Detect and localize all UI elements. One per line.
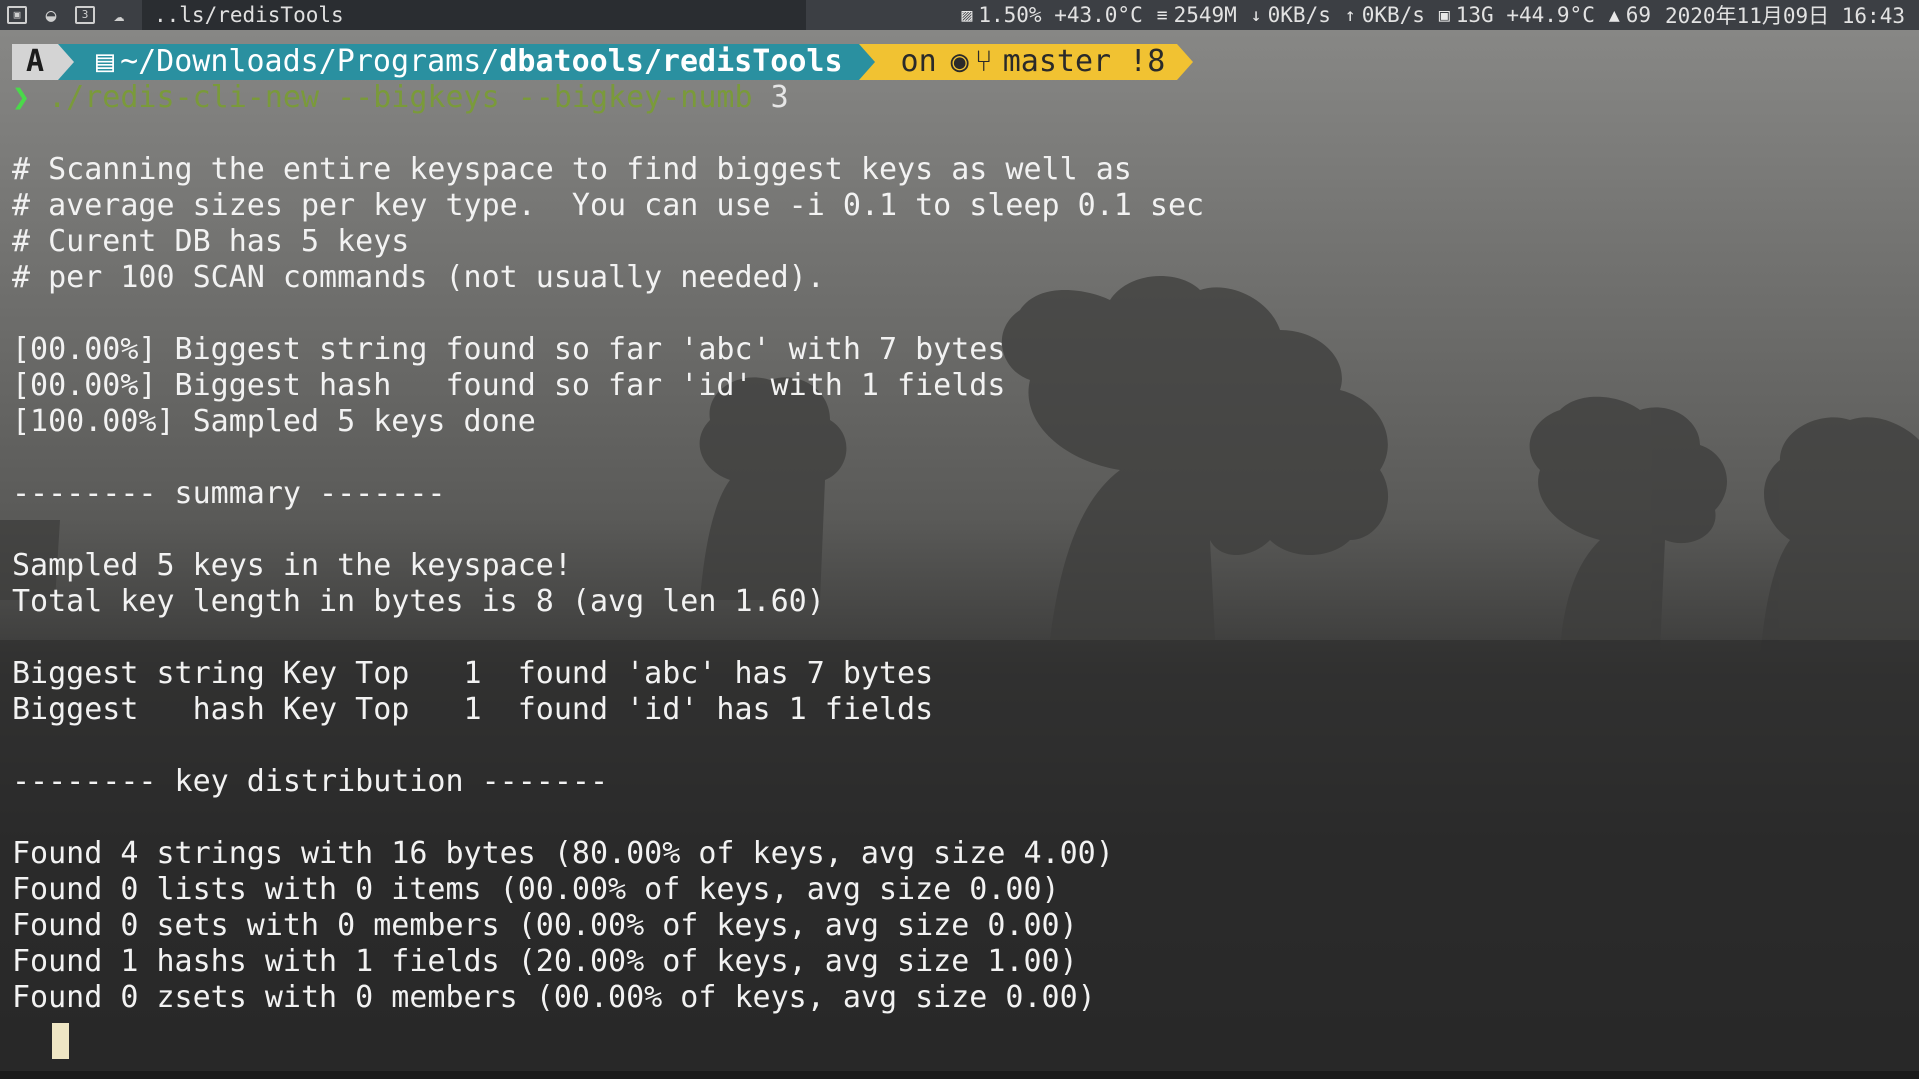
- memory-stat: ≡ 2549M: [1157, 3, 1237, 27]
- output-line: [100.00%] Sampled 5 keys done: [12, 404, 536, 439]
- arch-logo-icon: A: [25, 44, 45, 79]
- output-line: # average sizes per key type. You can us…: [12, 188, 1205, 223]
- disk-value: 13G +44.9°C: [1455, 3, 1595, 27]
- output-line: Total key length in bytes is 8 (avg len …: [12, 584, 825, 619]
- command-output: # Scanning the entire keyspace to find b…: [12, 116, 1919, 1016]
- memory-value: 2549M: [1173, 3, 1237, 27]
- download-stat: ↓ 0KB/s: [1251, 3, 1331, 27]
- terminal-icon[interactable]: ▣: [0, 0, 34, 30]
- output-line: -------- summary -------: [12, 476, 446, 511]
- folder-icon: ▤: [96, 44, 115, 79]
- output-line: # per 100 SCAN commands (not usually nee…: [12, 260, 825, 295]
- cpu-chart-icon: ▨: [961, 4, 973, 26]
- database-icon: ≡: [1156, 4, 1168, 26]
- command-line: ❯ ./redis-cli-new --bigkeys --bigkey-num…: [12, 80, 1919, 116]
- upload-arrow-icon: ↑: [1344, 4, 1356, 26]
- output-line: Found 4 strings with 16 bytes (80.00% of…: [12, 836, 1114, 871]
- cpu-stat: ▨ 1.50% +43.0°C: [962, 3, 1143, 27]
- output-line: -------- key distribution -------: [12, 764, 609, 799]
- bottom-edge: [0, 1071, 1919, 1079]
- output-line: Biggest hash Key Top 1 found 'id' has 1 …: [12, 692, 934, 727]
- output-line: # Scanning the entire keyspace to find b…: [12, 152, 1132, 187]
- output-line: [00.00%] Biggest string found so far 'ab…: [12, 332, 1006, 367]
- output-line: # Curent DB has 5 keys: [12, 224, 410, 259]
- prompt-os-segment: A: [12, 44, 58, 80]
- notification-count: 69: [1625, 3, 1651, 27]
- disk-stat: ▣ 13G +44.9°C: [1439, 3, 1595, 27]
- cloud-icon[interactable]: ☁: [102, 0, 136, 30]
- powerline-separator: [1177, 44, 1194, 80]
- git-on-label: on: [900, 44, 937, 79]
- path-current: dbatools/redisTools: [499, 44, 843, 79]
- datetime-value: 2020年11月09日 16:43: [1664, 4, 1905, 28]
- disk-icon: ▣: [1438, 4, 1450, 26]
- output-line: Found 0 sets with 0 members (00.00% of k…: [12, 908, 1078, 943]
- prompt-chevron: ❯: [12, 80, 31, 115]
- upload-value: 0KB/s: [1361, 3, 1425, 27]
- output-line: Biggest string Key Top 1 found 'abc' has…: [12, 656, 934, 691]
- desktop: ▣ ◒ 3 ☁ ..ls/redisTools ▨ 1.50% +43.0°C …: [0, 0, 1919, 1079]
- system-stats: ▨ 1.50% +43.0°C ≡ 2549M ↓ 0KB/s ↑ 0KB/s …: [962, 0, 1919, 30]
- clock[interactable]: 2020年11月09日 16:43: [1665, 0, 1905, 30]
- git-branch: master !8: [1002, 44, 1166, 79]
- terminal-cursor: [52, 1023, 69, 1059]
- top-status-bar: ▣ ◒ 3 ☁ ..ls/redisTools ▨ 1.50% +43.0°C …: [0, 0, 1919, 30]
- powerline-separator: [58, 44, 74, 80]
- prompt-path-segment: ▤ ~/Downloads/Programs/dbatools/redisToo…: [74, 44, 859, 80]
- window-title: ..ls/redisTools: [142, 0, 806, 30]
- output-line: Found 0 zsets with 0 members (00.00% of …: [12, 980, 1096, 1015]
- workspace-3-icon[interactable]: 3: [68, 0, 102, 30]
- output-line: Found 1 hashs with 1 fields (20.00% of k…: [12, 944, 1078, 979]
- github-icon: ◉: [950, 44, 969, 79]
- output-line: Found 0 lists with 0 items (00.00% of ke…: [12, 872, 1060, 907]
- download-value: 0KB/s: [1267, 3, 1331, 27]
- bell-icon[interactable]: ▲: [1609, 5, 1620, 26]
- shell-prompt: A ▤ ~/Downloads/Programs/dbatools/redisT…: [12, 44, 1919, 80]
- terminal-output[interactable]: A ▤ ~/Downloads/Programs/dbatools/redisT…: [12, 44, 1919, 1016]
- prompt-git-segment: on ◉ ⑂ master !8: [874, 44, 1178, 80]
- fruit-icon[interactable]: ◒: [34, 0, 68, 30]
- powerline-separator: [858, 44, 875, 80]
- output-line: Sampled 5 keys in the keyspace!: [12, 548, 572, 583]
- upload-stat: ↑ 0KB/s: [1345, 3, 1425, 27]
- branch-icon: ⑂: [974, 44, 993, 79]
- command-argument: 3: [770, 80, 789, 115]
- notification-stat[interactable]: ▲ 69: [1609, 3, 1651, 27]
- download-arrow-icon: ↓: [1250, 4, 1262, 26]
- output-line: [00.00%] Biggest hash found so far 'id' …: [12, 368, 1006, 403]
- path-prefix: ~/Downloads/Programs/: [120, 44, 500, 79]
- cpu-value: 1.50% +43.0°C: [978, 3, 1143, 27]
- command-text: ./redis-cli-new --bigkeys --bigkey-numb: [48, 80, 753, 115]
